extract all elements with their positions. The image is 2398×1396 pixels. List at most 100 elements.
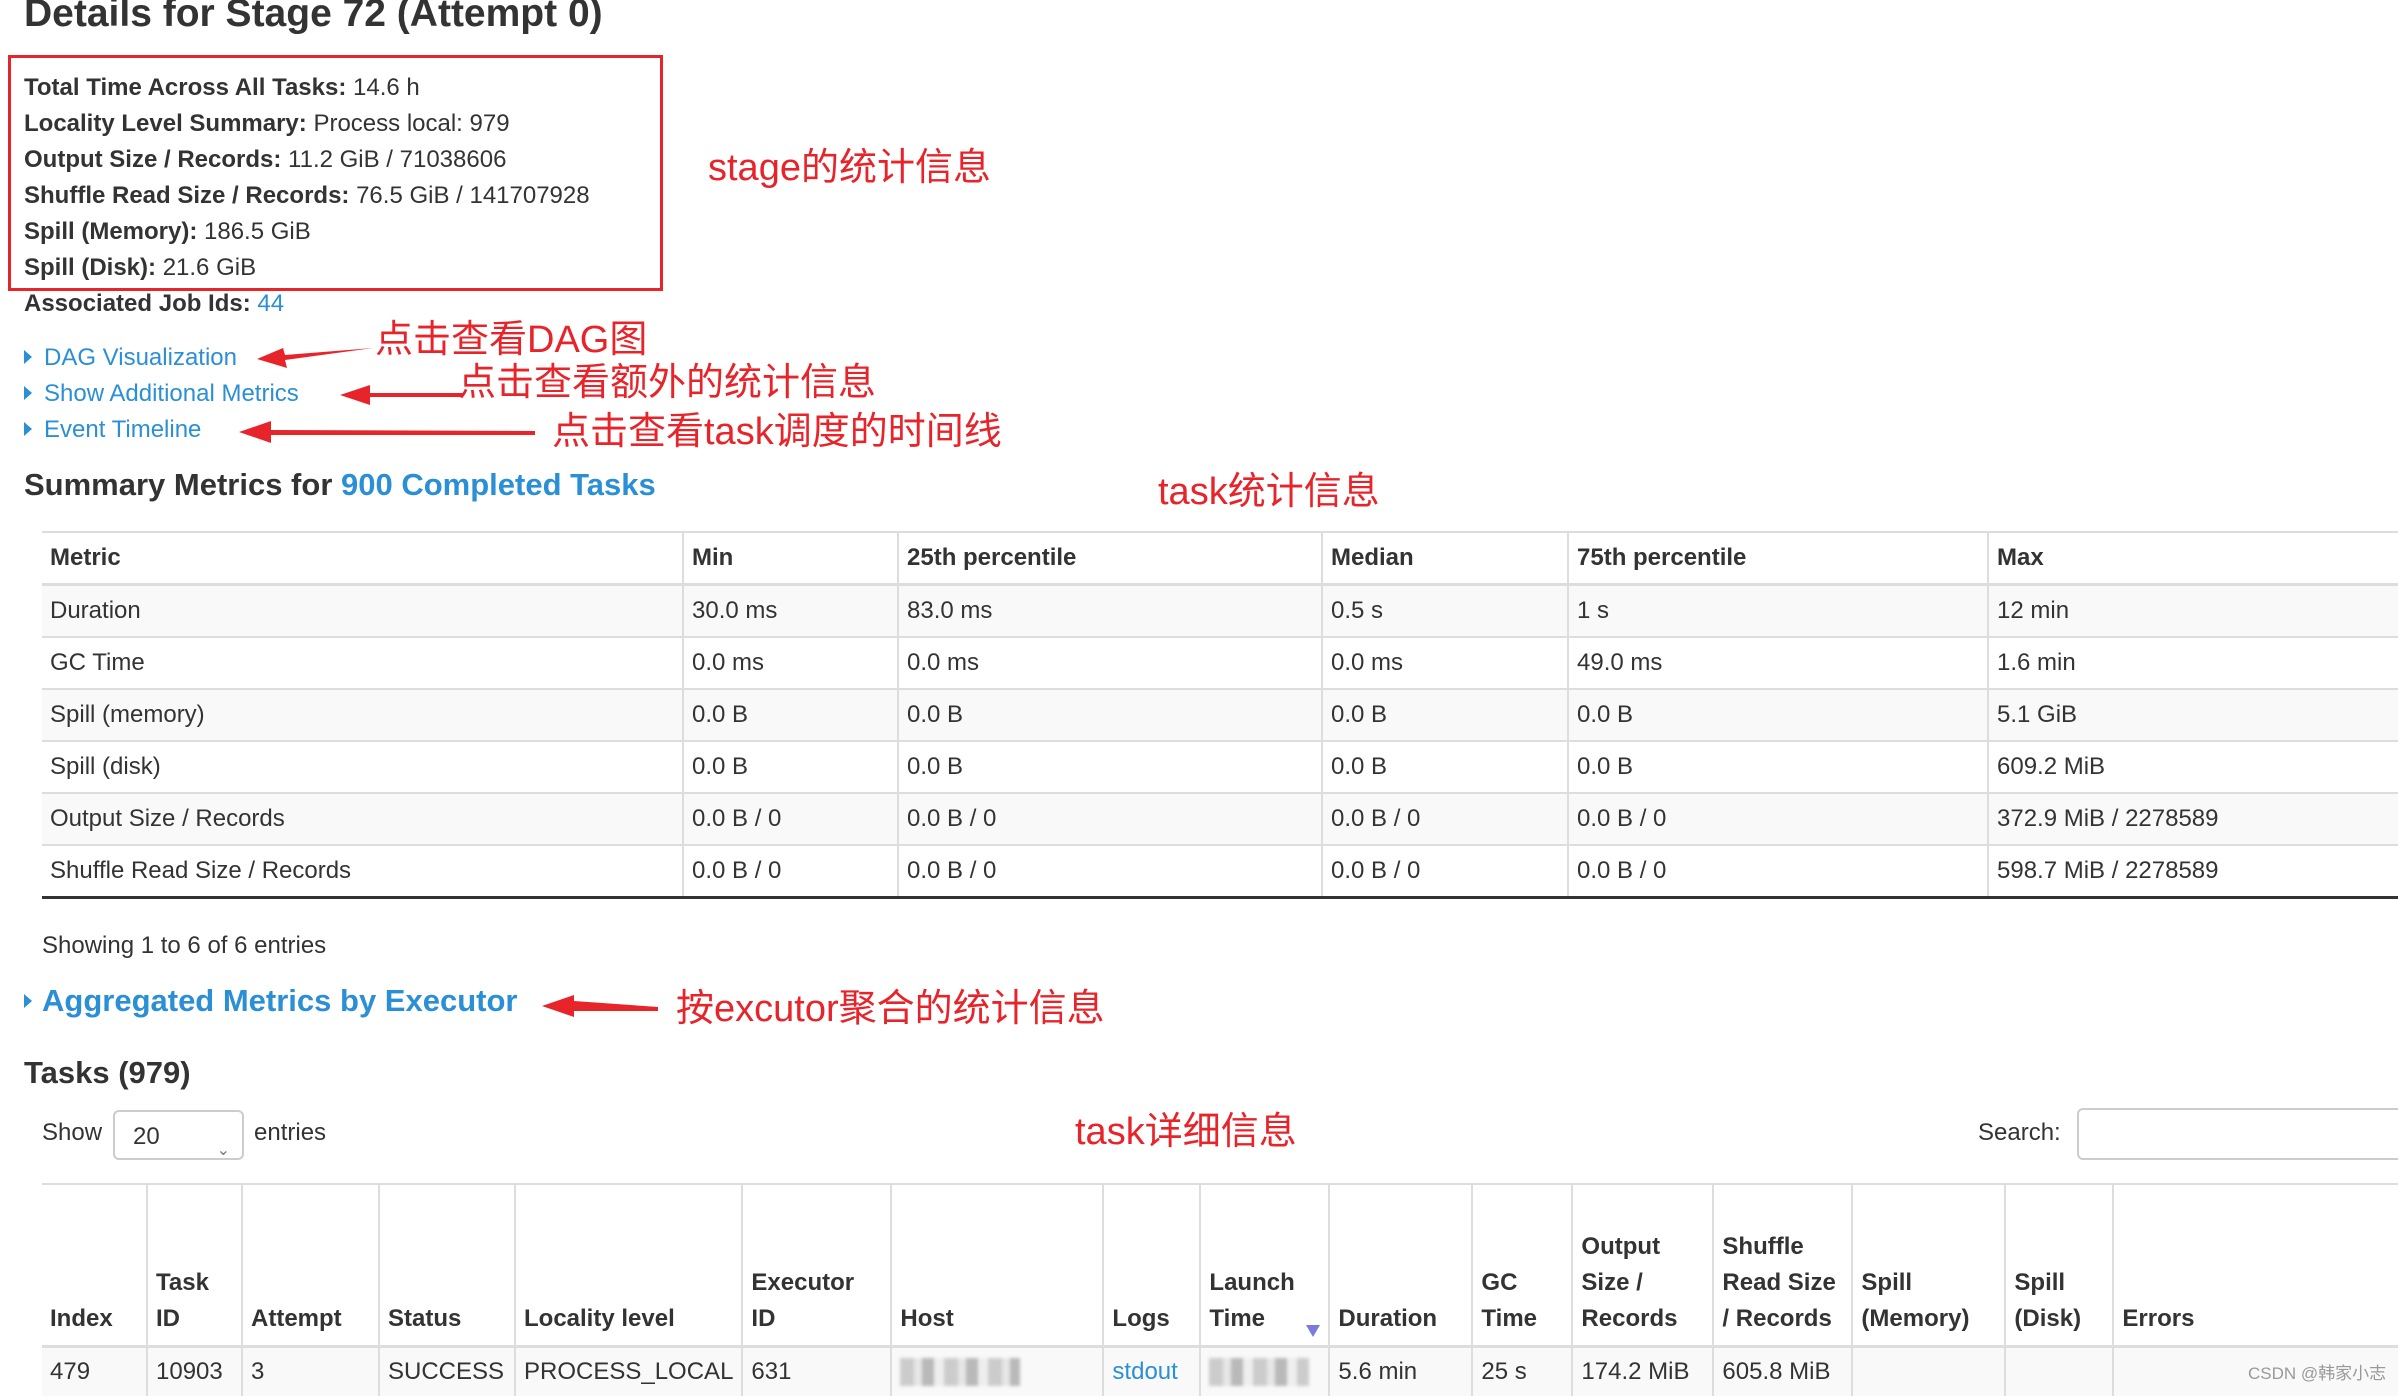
table-row: Shuffle Read Size / Records0.0 B / 00.0 …	[42, 845, 2398, 898]
completed-tasks-link[interactable]: 900 Completed Tasks	[341, 467, 656, 502]
stat-locality: Locality Level Summary: Process local: 9…	[24, 109, 510, 139]
table-row: Output Size / Records0.0 B / 00.0 B / 00…	[42, 793, 2398, 845]
column-header-shuffle-read[interactable]: Shuffle Read Size / Records	[1713, 1184, 1852, 1347]
metric-value-cell: 0.0 B / 0	[683, 793, 898, 845]
column-header[interactable]: Min	[683, 532, 898, 585]
column-header-host[interactable]: Host	[891, 1184, 1103, 1347]
summary-metrics-heading: Summary Metrics for 900 Completed Tasks	[24, 467, 656, 503]
column-header-spill-disk[interactable]: Spill (Disk)	[2005, 1184, 2113, 1347]
metric-value-cell: 0.0 B	[1322, 689, 1568, 741]
metric-value-cell: 0.0 ms	[1322, 637, 1568, 689]
column-header[interactable]: Median	[1322, 532, 1568, 585]
metric-value-cell: 12 min	[1988, 585, 2398, 638]
cell-status: SUCCESS	[379, 1347, 515, 1396]
metric-value-cell: 0.0 ms	[898, 637, 1322, 689]
column-header-index[interactable]: Index	[42, 1184, 147, 1347]
stdout-link[interactable]: stdout	[1112, 1358, 1177, 1385]
expand-triangle-icon	[24, 386, 32, 400]
cell-spill-disk	[2005, 1347, 2113, 1396]
column-header-launch-time[interactable]: Launch Time	[1200, 1184, 1329, 1347]
event-timeline-link[interactable]: Event Timeline	[44, 416, 201, 443]
metric-name-cell: Shuffle Read Size / Records	[42, 845, 683, 898]
column-header-task-id[interactable]: Task ID	[147, 1184, 242, 1347]
table-header-row: Metric Min 25th percentile Median 75th p…	[42, 532, 2398, 585]
show-additional-metrics-toggle[interactable]: Show Additional Metrics	[24, 379, 299, 409]
dag-visualization-link[interactable]: DAG Visualization	[44, 344, 237, 371]
annotation-dag: 点击查看DAG图	[375, 318, 647, 362]
column-header-gc-time[interactable]: GC Time	[1472, 1184, 1572, 1347]
dag-visualization-toggle[interactable]: DAG Visualization	[24, 343, 237, 373]
metric-value-cell: 5.1 GiB	[1988, 689, 2398, 741]
cell-host	[891, 1347, 1103, 1396]
column-header[interactable]: Metric	[42, 532, 683, 585]
watermark: CSDN @韩家小志	[2248, 1359, 2386, 1384]
stat-label: Associated Job Ids:	[24, 290, 251, 317]
redacted-host	[900, 1358, 1020, 1386]
search-input[interactable]	[2077, 1108, 2398, 1160]
metric-name-cell: Duration	[42, 585, 683, 638]
metric-value-cell: 83.0 ms	[898, 585, 1322, 638]
stat-spill-disk: Spill (Disk): 21.6 GiB	[24, 253, 256, 283]
column-header-output[interactable]: Output Size / Records	[1572, 1184, 1713, 1347]
tasks-table: Index Task ID Attempt Status Locality le…	[42, 1183, 2398, 1396]
annotation-arrow-icon	[237, 418, 537, 448]
cell-logs: stdout	[1103, 1347, 1200, 1396]
metric-value-cell: 609.2 MiB	[1988, 741, 2398, 793]
metric-value-cell: 0.0 B / 0	[1568, 845, 1988, 898]
cell-task-id: 10903	[147, 1347, 242, 1396]
stat-label: Locality Level Summary:	[24, 110, 307, 137]
stat-label: Output Size / Records:	[24, 146, 281, 173]
metric-name-cell: GC Time	[42, 637, 683, 689]
cell-index: 479	[42, 1347, 147, 1396]
table-row: Duration30.0 ms83.0 ms0.5 s1 s12 min	[42, 585, 2398, 638]
metric-value-cell: 0.0 B	[683, 689, 898, 741]
metric-value-cell: 49.0 ms	[1568, 637, 1988, 689]
redacted-launch-time	[1209, 1358, 1309, 1386]
cell-output: 174.2 MiB	[1572, 1347, 1713, 1396]
aggregated-metrics-link[interactable]: Aggregated Metrics by Executor	[42, 983, 517, 1018]
show-additional-metrics-link[interactable]: Show Additional Metrics	[44, 380, 299, 407]
page-size-select[interactable]: 20⌄	[113, 1110, 244, 1160]
metric-value-cell: 372.9 MiB / 2278589	[1988, 793, 2398, 845]
event-timeline-toggle[interactable]: Event Timeline	[24, 415, 201, 445]
cell-locality: PROCESS_LOCAL	[515, 1347, 742, 1396]
metric-name-cell: Spill (disk)	[42, 741, 683, 793]
cell-gc-time: 25 s	[1472, 1347, 1572, 1396]
column-header-locality[interactable]: Locality level	[515, 1184, 742, 1347]
column-header-errors[interactable]: Errors	[2113, 1184, 2398, 1347]
summary-heading-prefix: Summary Metrics for	[24, 467, 332, 502]
metric-value-cell: 0.0 B / 0	[1322, 845, 1568, 898]
column-header-executor-id[interactable]: Executor ID	[742, 1184, 891, 1347]
column-header-logs[interactable]: Logs	[1103, 1184, 1200, 1347]
metric-value-cell: 0.0 B / 0	[683, 845, 898, 898]
column-header-duration[interactable]: Duration	[1329, 1184, 1472, 1347]
cell-spill-memory	[1852, 1347, 2005, 1396]
column-header-status[interactable]: Status	[379, 1184, 515, 1347]
page-size-value: 20	[133, 1123, 160, 1150]
metric-value-cell: 0.0 B	[683, 741, 898, 793]
column-header[interactable]: 25th percentile	[898, 532, 1322, 585]
column-header[interactable]: 75th percentile	[1568, 532, 1988, 585]
expand-triangle-icon	[24, 994, 32, 1008]
stat-value: 11.2 GiB / 71038606	[288, 146, 506, 173]
cell-duration: 5.6 min	[1329, 1347, 1472, 1396]
metric-value-cell: 0.0 B	[1568, 689, 1988, 741]
cell-shuffle-read: 605.8 MiB	[1713, 1347, 1852, 1396]
metric-value-cell: 0.0 B	[1322, 741, 1568, 793]
stat-output: Output Size / Records: 11.2 GiB / 710386…	[24, 145, 506, 175]
metric-value-cell: 0.0 B	[1568, 741, 1988, 793]
stat-label: Spill (Disk):	[24, 254, 156, 281]
stat-total-time: Total Time Across All Tasks: 14.6 h	[24, 73, 420, 103]
column-header-label: Launch Time	[1209, 1269, 1294, 1332]
column-header-spill-memory[interactable]: Spill (Memory)	[1852, 1184, 2005, 1347]
chevron-down-icon: ⌄	[217, 1126, 230, 1176]
aggregated-metrics-toggle[interactable]: Aggregated Metrics by Executor	[24, 983, 517, 1019]
column-header-attempt[interactable]: Attempt	[242, 1184, 379, 1347]
table-row: 479 10903 3 SUCCESS PROCESS_LOCAL 631 st…	[42, 1347, 2398, 1396]
job-id-link[interactable]: 44	[257, 290, 284, 317]
metric-value-cell: 0.0 B	[898, 689, 1322, 741]
metric-name-cell: Output Size / Records	[42, 793, 683, 845]
annotation-additional-metrics: 点击查看额外的统计信息	[458, 361, 876, 405]
metric-value-cell: 0.0 B / 0	[898, 845, 1322, 898]
column-header[interactable]: Max	[1988, 532, 2398, 585]
